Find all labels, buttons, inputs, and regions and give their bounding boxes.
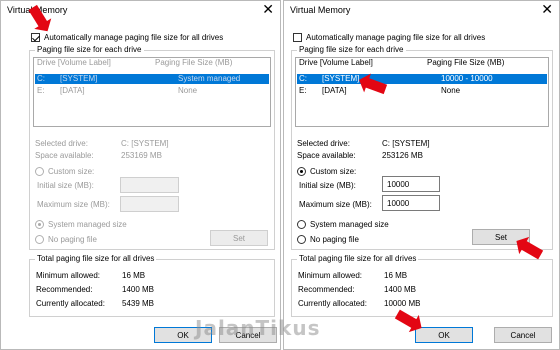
space-available-label: Space available: bbox=[35, 151, 94, 160]
initial-size-input[interactable] bbox=[120, 177, 179, 193]
no-paging-option[interactable]: No paging file bbox=[35, 235, 97, 244]
system-managed-radio[interactable] bbox=[35, 220, 44, 229]
initial-size-input[interactable]: 10000 bbox=[382, 176, 440, 192]
auto-manage-label: Automatically manage paging file size fo… bbox=[44, 33, 224, 42]
space-available-label: Space available: bbox=[297, 151, 356, 160]
no-paging-radio[interactable] bbox=[35, 235, 44, 244]
column-drive-header: Drive [Volume Label] bbox=[299, 58, 373, 67]
drive-row[interactable]: E: [DATA] None bbox=[35, 86, 269, 96]
custom-size-option[interactable]: Custom size: bbox=[35, 167, 94, 176]
recommended-value: 1400 MB bbox=[384, 285, 417, 294]
allocated-value: 5439 MB bbox=[122, 299, 155, 308]
drive-row[interactable]: C: [SYSTEM] System managed bbox=[35, 74, 269, 84]
selected-drive-label: Selected drive: bbox=[35, 139, 88, 148]
column-size-header: Paging File Size (MB) bbox=[155, 58, 233, 67]
recommended-label: Recommended: bbox=[298, 285, 355, 294]
min-allowed-value: 16 MB bbox=[122, 271, 146, 280]
drive-list[interactable]: Drive [Volume Label] Paging File Size (M… bbox=[33, 57, 271, 127]
initial-size-label: Initial size (MB): bbox=[299, 181, 356, 190]
initial-size-label: Initial size (MB): bbox=[37, 181, 94, 190]
custom-size-radio[interactable] bbox=[35, 167, 44, 176]
custom-size-option[interactable]: Custom size: bbox=[297, 167, 356, 176]
auto-manage-checkbox[interactable] bbox=[293, 33, 302, 42]
min-allowed-label: Minimum allowed: bbox=[36, 271, 101, 280]
watermark-logo: JalanTikus bbox=[195, 316, 321, 340]
system-managed-option[interactable]: System managed size bbox=[35, 220, 127, 229]
virtual-memory-dialog-after: Virtual Memory ✕ Automatically manage pa… bbox=[283, 0, 560, 350]
selected-drive-label: Selected drive: bbox=[297, 139, 350, 148]
maximum-size-label: Maximum size (MB): bbox=[37, 200, 110, 209]
group-title: Paging file size for each drive bbox=[35, 45, 144, 54]
selected-drive-value: C: [SYSTEM] bbox=[382, 139, 430, 148]
maximum-size-input[interactable] bbox=[120, 196, 179, 212]
auto-manage-label: Automatically manage paging file size fo… bbox=[306, 33, 486, 42]
recommended-value: 1400 MB bbox=[122, 285, 155, 294]
column-drive-header: Drive [Volume Label] bbox=[37, 58, 111, 67]
drive-row[interactable]: E: [DATA] None bbox=[297, 86, 547, 96]
recommended-label: Recommended: bbox=[36, 285, 93, 294]
drive-list[interactable]: Drive [Volume Label] Paging File Size (M… bbox=[295, 57, 549, 127]
group-title: Total paging file size for all drives bbox=[35, 254, 157, 263]
group-title: Total paging file size for all drives bbox=[297, 254, 419, 263]
space-available-value: 253126 MB bbox=[382, 151, 423, 160]
dialog-title: Virtual Memory bbox=[290, 5, 351, 15]
virtual-memory-dialog-before: Virtual Memory ✕ Automatically manage pa… bbox=[0, 0, 281, 350]
min-allowed-label: Minimum allowed: bbox=[298, 271, 363, 280]
maximum-size-label: Maximum size (MB): bbox=[299, 200, 372, 209]
allocated-label: Currently allocated: bbox=[36, 299, 105, 308]
close-icon[interactable]: ✕ bbox=[262, 2, 274, 16]
auto-manage-option[interactable]: Automatically manage paging file size fo… bbox=[31, 33, 223, 42]
system-managed-option[interactable]: System managed size bbox=[297, 220, 389, 229]
drive-row[interactable]: C: [SYSTEM] 10000 - 10000 bbox=[297, 74, 547, 84]
close-icon[interactable]: ✕ bbox=[541, 2, 553, 16]
set-button[interactable]: Set bbox=[210, 230, 268, 246]
space-available-value: 253169 MB bbox=[121, 151, 162, 160]
allocated-value: 10000 MB bbox=[384, 299, 421, 308]
group-title: Paging file size for each drive bbox=[297, 45, 406, 54]
no-paging-radio[interactable] bbox=[297, 235, 306, 244]
column-size-header: Paging File Size (MB) bbox=[427, 58, 505, 67]
no-paging-option[interactable]: No paging file bbox=[297, 235, 359, 244]
min-allowed-value: 16 MB bbox=[384, 271, 408, 280]
custom-size-radio[interactable] bbox=[297, 167, 306, 176]
system-managed-radio[interactable] bbox=[297, 220, 306, 229]
ok-button[interactable]: OK bbox=[415, 327, 473, 343]
selected-drive-value: C: [SYSTEM] bbox=[121, 139, 169, 148]
maximum-size-input[interactable]: 10000 bbox=[382, 195, 440, 211]
auto-manage-option[interactable]: Automatically manage paging file size fo… bbox=[293, 33, 485, 42]
allocated-label: Currently allocated: bbox=[298, 299, 367, 308]
cancel-button[interactable]: Cancel bbox=[494, 327, 552, 343]
